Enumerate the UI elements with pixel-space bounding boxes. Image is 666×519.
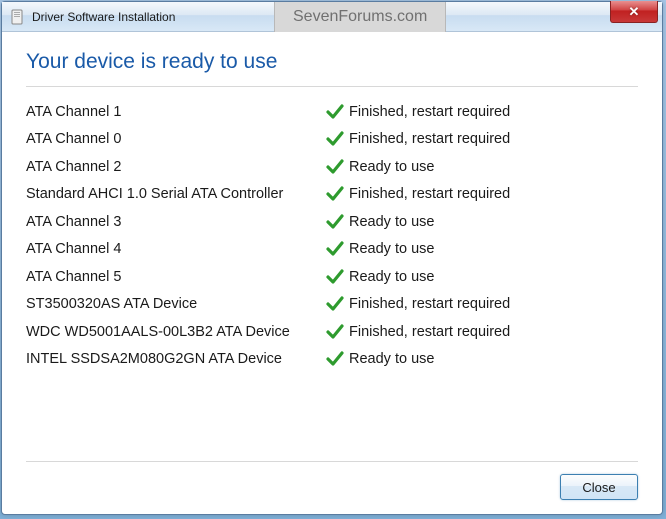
check-icon (326, 266, 344, 293)
device-row: ATA Channel 2 Ready to use (26, 156, 638, 183)
check-icon (326, 321, 344, 348)
window-close-button[interactable]: ✕ (610, 1, 658, 23)
status-text: Ready to use (349, 348, 434, 370)
device-name: INTEL SSDSA2M080G2GN ATA Device (26, 348, 326, 370)
status-text: Ready to use (349, 211, 434, 233)
device-name: Standard AHCI 1.0 Serial ATA Controller (26, 183, 326, 205)
device-list: ATA Channel 1Finished, restart requiredA… (26, 101, 638, 461)
device-status: Finished, restart required (326, 293, 510, 320)
close-button[interactable]: Close (560, 474, 638, 500)
device-status: Ready to use (326, 211, 434, 238)
status-text: Finished, restart required (349, 293, 510, 315)
check-icon (326, 293, 344, 320)
window-title: Driver Software Installation (32, 10, 175, 24)
device-row: WDC WD5001AALS-00L3B2 ATA Device Finished… (26, 321, 638, 348)
device-name: ATA Channel 0 (26, 128, 326, 150)
device-row: ATA Channel 0 Finished, restart required (26, 128, 638, 155)
device-name: ATA Channel 1 (26, 101, 326, 123)
check-icon (326, 101, 344, 128)
check-icon (326, 156, 344, 183)
page-title: Your device is ready to use (26, 50, 638, 74)
status-text: Ready to use (349, 156, 434, 178)
check-icon (326, 183, 344, 210)
status-text: Ready to use (349, 266, 434, 288)
watermark: SevenForums.com (274, 2, 446, 32)
device-row: ATA Channel 5 Ready to use (26, 266, 638, 293)
divider (26, 86, 638, 87)
device-row: ATA Channel 4 Ready to use (26, 238, 638, 265)
device-name: ATA Channel 5 (26, 266, 326, 288)
status-text: Finished, restart required (349, 101, 510, 123)
device-name: ATA Channel 4 (26, 238, 326, 260)
device-row: ATA Channel 1 Finished, restart required (26, 101, 638, 128)
device-status: Ready to use (326, 156, 434, 183)
status-text: Ready to use (349, 238, 434, 260)
status-text: Finished, restart required (349, 128, 510, 150)
app-icon (10, 9, 26, 25)
device-row: Standard AHCI 1.0 Serial ATA Controller F… (26, 183, 638, 210)
device-name: WDC WD5001AALS-00L3B2 ATA Device (26, 321, 326, 343)
device-name: ATA Channel 3 (26, 211, 326, 233)
device-row: INTEL SSDSA2M080G2GN ATA Device Ready to … (26, 348, 638, 375)
check-icon (326, 128, 344, 155)
content-area: Your device is ready to use ATA Channel … (2, 32, 662, 514)
footer: Close (26, 461, 638, 500)
check-icon (326, 348, 344, 375)
status-text: Finished, restart required (349, 321, 510, 343)
device-status: Finished, restart required (326, 321, 510, 348)
device-status: Finished, restart required (326, 128, 510, 155)
check-icon (326, 211, 344, 238)
device-status: Ready to use (326, 348, 434, 375)
check-icon (326, 238, 344, 265)
status-text: Finished, restart required (349, 183, 510, 205)
device-row: ST3500320AS ATA Device Finished, restart … (26, 293, 638, 320)
device-status: Finished, restart required (326, 183, 510, 210)
device-status: Finished, restart required (326, 101, 510, 128)
device-name: ST3500320AS ATA Device (26, 293, 326, 315)
titlebar[interactable]: Driver Software Installation SevenForums… (2, 2, 662, 32)
device-row: ATA Channel 3 Ready to use (26, 211, 638, 238)
device-status: Ready to use (326, 238, 434, 265)
dialog-window: Driver Software Installation SevenForums… (1, 1, 663, 515)
device-name: ATA Channel 2 (26, 156, 326, 178)
close-icon: ✕ (629, 4, 640, 20)
device-status: Ready to use (326, 266, 434, 293)
